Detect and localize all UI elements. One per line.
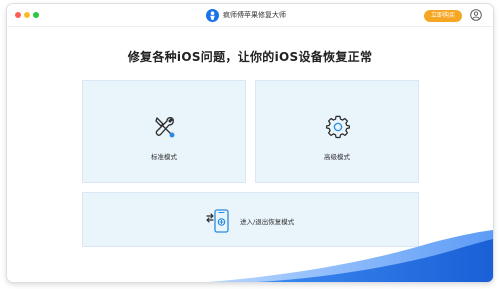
decorative-wave	[207, 230, 493, 282]
standard-mode-label: 标准模式	[151, 153, 177, 161]
buy-now-button[interactable]: 立即购买	[424, 10, 462, 22]
standard-mode-card[interactable]: 标准模式	[82, 80, 246, 183]
app-title: 疯师傅苹果修复大师	[223, 11, 286, 19]
app-window: 疯师傅苹果修复大师 立即购买 修复各种iOS问题，让你的iOS设备恢复正常 标准…	[7, 4, 493, 282]
advanced-mode-card[interactable]: 高级模式	[255, 80, 419, 183]
title-bar: 疯师傅苹果修复大师 立即购买	[7, 4, 493, 27]
minimize-window-button[interactable]	[24, 12, 30, 18]
user-icon[interactable]	[470, 9, 482, 21]
page-headline: 修复各种iOS问题，让你的iOS设备恢复正常	[127, 50, 373, 64]
app-logo-icon	[206, 9, 219, 22]
close-window-button[interactable]	[15, 12, 21, 18]
advanced-mode-label: 高级模式	[324, 153, 350, 161]
maximize-window-button[interactable]	[33, 12, 39, 18]
gear-icon	[326, 115, 350, 139]
recovery-mode-label: 进入/退出恢复模式	[240, 218, 295, 226]
tools-icon	[155, 116, 175, 138]
